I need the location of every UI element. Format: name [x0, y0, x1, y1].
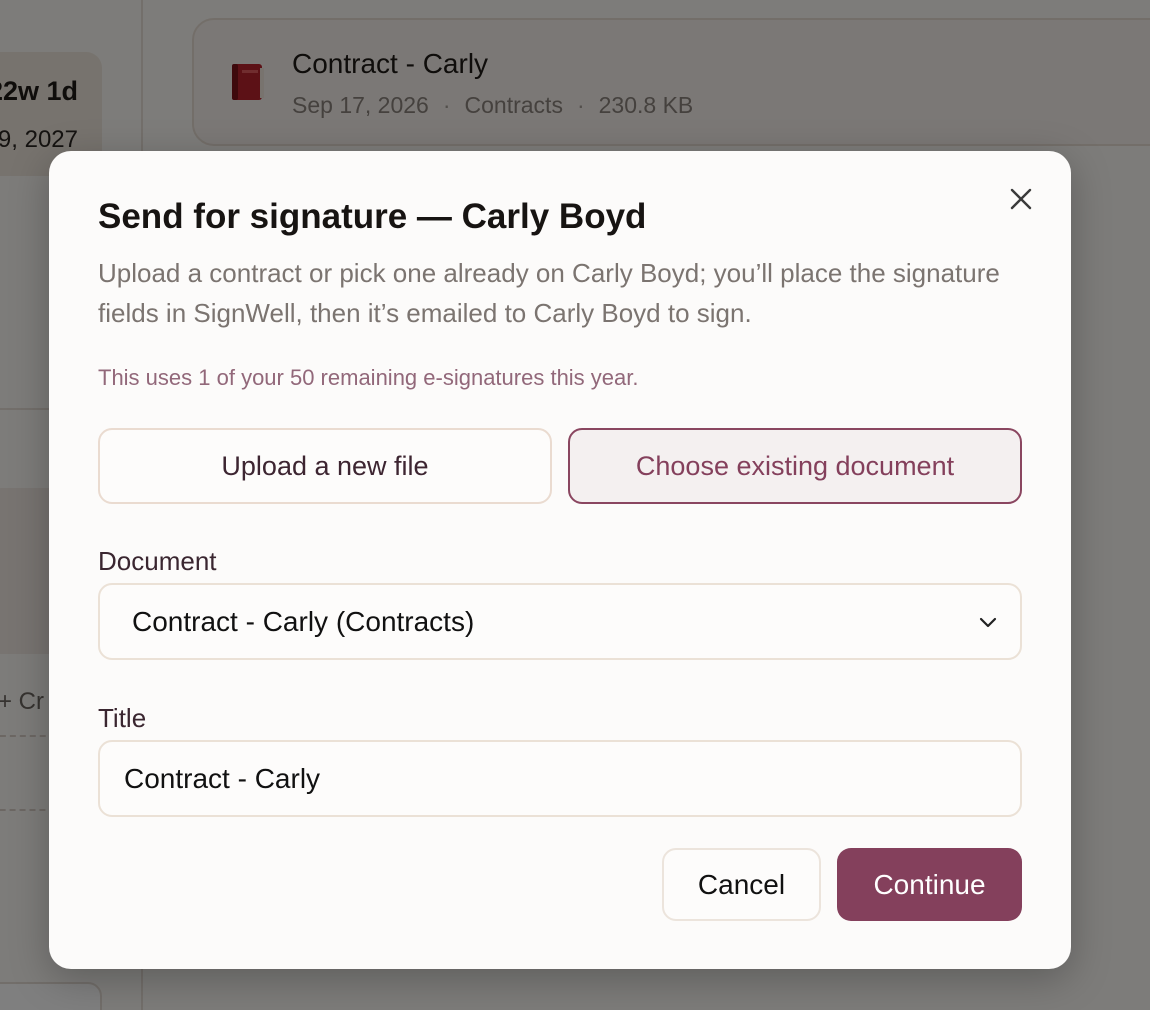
send-for-signature-dialog: Send for signature — Carly Boyd Upload a…: [49, 151, 1071, 969]
document-select-value: Contract - Carly (Contracts): [132, 605, 475, 637]
document-select[interactable]: Contract - Carly (Contracts): [98, 583, 1022, 660]
close-button[interactable]: [1005, 183, 1037, 215]
chevron-down-icon: [979, 617, 997, 628]
continue-button[interactable]: Continue: [837, 848, 1022, 921]
cancel-button[interactable]: Cancel: [662, 848, 821, 921]
quota-note: This uses 1 of your 50 remaining e-signa…: [98, 365, 639, 390]
title-input-value: Contract - Carly: [124, 762, 321, 794]
title-label: Title: [98, 703, 147, 733]
choose-existing-document-button[interactable]: Choose existing document: [568, 428, 1022, 504]
dialog-description: Upload a contract or pick one already on…: [98, 258, 1000, 328]
close-icon: [1010, 188, 1032, 210]
dialog-title: Send for signature — Carly Boyd: [98, 197, 647, 236]
document-label: Document: [98, 546, 217, 576]
upload-new-file-button[interactable]: Upload a new file: [98, 428, 552, 504]
title-input[interactable]: Contract - Carly: [98, 740, 1022, 817]
